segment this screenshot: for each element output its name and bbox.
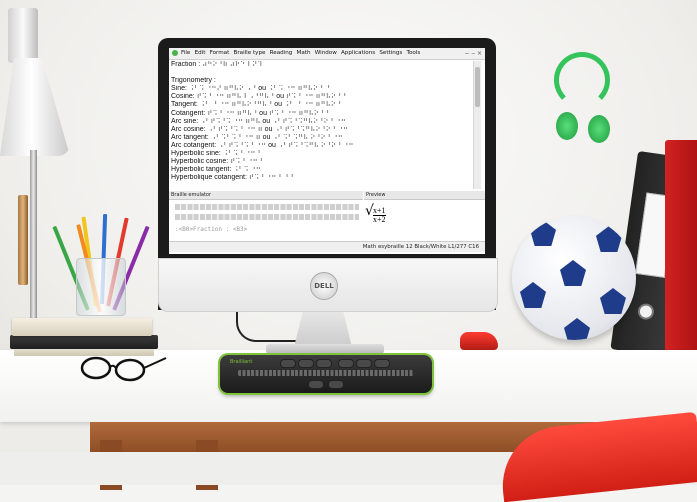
editor-line: Hyperbolique cotangent: ⠞⠩⠘ ⠐⠒⠘ ⠘⠘ (171, 174, 294, 182)
device-brand: Brailliant (230, 359, 253, 365)
braille-cell-strip (238, 370, 414, 376)
preview-title: Preview (364, 191, 485, 200)
soccer-ball (512, 216, 636, 340)
book-top (12, 318, 152, 336)
pencil-cup (76, 258, 126, 316)
editor-line: Arc sine: ⠠⠃⠞⠩⠘⠩ ⠐⠒ ⠶⠛⠧ ou ⠠⠃⠞⠩⠘⠩⠛⠧⠕⠘⠕⠘ … (171, 117, 346, 125)
editor-line: Hyperbolic sine: ⠨⠃⠩⠘ ⠐⠒⠘ (171, 150, 261, 158)
editor-scrollbar[interactable] (473, 61, 481, 189)
braille-key[interactable] (280, 359, 296, 368)
braille-emulator-title: Braille emulator (169, 191, 363, 200)
braille-key[interactable] (338, 359, 354, 368)
headphones-left-cup (556, 112, 578, 140)
menu-tools[interactable]: Tools (406, 50, 420, 56)
editor-line: Arc cosine: ⠠⠃⠞⠩⠘⠩⠘ ⠐⠒ ⠶ ou ⠠⠃⠞⠩⠘⠩⠛⠧⠕⠘⠕⠘… (171, 125, 349, 133)
app-icon (172, 49, 178, 56)
red-stapler (460, 332, 498, 350)
math-preview: √ x+1 x+2 (365, 201, 483, 237)
menu-format[interactable]: Format (210, 50, 230, 56)
desk-lamp-spring (18, 195, 28, 285)
editor-line: Sine: ⠨⠃⠩ ⠐⠒⠜ ⠶⠛⠧⠕ ⠠⠘ ou ⠨⠃⠩ ⠐⠒ ⠶⠛⠧⠕⠘ ⠘ (171, 85, 331, 93)
menu-applications[interactable]: Applications (341, 50, 375, 56)
lamp-top (8, 8, 38, 63)
braille-cells-row (175, 214, 359, 220)
app-window: File Edit Format Braille type Reading Math Win… (169, 48, 485, 254)
headphones-right-cup (588, 115, 610, 143)
editor-line: Hyperbolic cosine: ⠞⠩⠘ ⠐⠒⠘ (171, 158, 263, 166)
editor-line: Cotangent: ⠞⠩⠘ ⠐⠒ ⠶⠛⠧⠘ ou ⠞⠩⠘ ⠐⠒ ⠶⠛⠧⠕⠘⠘ (171, 109, 330, 117)
space-key[interactable] (308, 380, 324, 389)
editor-line: Tangent: ⠨⠃ ⠘ ⠐⠒ ⠶⠛⠧⠕⠘⠛⠧⠘ ou ⠨⠃ ⠘ ⠐⠒ ⠶⠛⠧… (171, 101, 342, 109)
braille-emulator-text: :<B0>Fraction : <B3> (175, 226, 248, 233)
editor-line: Hyperbolic tangent: ⠨⠃⠩ ⠐⠒ (171, 166, 261, 174)
book-middle (10, 335, 158, 349)
braille-cells-row (175, 204, 359, 210)
ball-panel (600, 288, 626, 314)
menu-settings[interactable]: Settings (379, 50, 402, 56)
braille-key[interactable] (356, 359, 372, 368)
braille-key[interactable] (316, 359, 332, 368)
menu-braille-type[interactable]: Braille type (234, 50, 266, 56)
fraction-denominator: x+2 (373, 215, 386, 224)
ball-panel (560, 260, 586, 286)
ball-panel (520, 282, 546, 308)
menu-bar: File Edit Format Braille type Reading Math Win… (169, 48, 485, 60)
scrollbar-thumb[interactable] (475, 67, 480, 107)
editor-line: Trigonometry : (171, 77, 216, 85)
status-bar: Math esybraille 12 Black/White L1/277 C1… (169, 241, 485, 252)
editor-line: Fraction : ⠴⠓⠕⠘⠷ ⠴⠗⠑⠸ ⠝⠹ (171, 61, 263, 68)
menu-file[interactable]: File (181, 50, 190, 56)
menu-window[interactable]: Window (315, 50, 337, 56)
editor-line: Cosine: ⠞⠩⠘ ⠐⠒ ⠶⠛⠧⠸ ⠠⠘⠛⠧⠘ ou ⠞⠩⠘ ⠐⠒ ⠶⠛⠧⠕… (171, 93, 347, 101)
braille-key[interactable] (298, 359, 314, 368)
eyeglasses (80, 356, 167, 382)
editor-line: Arc tangent: ⠠⠃⠩⠃⠩⠘ ⠐⠒ ⠶ ou ⠠⠃⠩⠃⠩⠛⠧ ⠕⠘⠕⠘… (171, 133, 343, 141)
red-binder (665, 140, 697, 362)
ball-panel (564, 318, 590, 340)
document-editor[interactable]: Fraction : ⠴⠓⠕⠘⠷ ⠴⠗⠑⠸ ⠝⠹ Trigonometry : … (171, 61, 471, 189)
menu-edit[interactable]: Edit (195, 50, 206, 56)
menu-reading[interactable]: Reading (270, 50, 293, 56)
braille-key[interactable] (374, 359, 390, 368)
editor-line: Arc cotangent: ⠠⠃⠞⠩⠘⠩⠘ ⠐⠒ ou ⠠⠃⠞⠩⠘⠩⠛⠧ ⠕⠘… (171, 141, 354, 149)
braille-display-device[interactable]: Brailliant (220, 355, 432, 393)
binder-finger-hole (636, 302, 655, 321)
preview-fraction: x+1 x+2 (373, 207, 386, 224)
window-controls[interactable]: − ‒ × (464, 48, 482, 59)
headphones-band (554, 52, 610, 108)
monitor-stand-base (266, 344, 384, 354)
menu-math[interactable]: Math (297, 50, 311, 56)
space-key[interactable] (328, 380, 344, 389)
dell-logo: DELL (310, 272, 338, 300)
